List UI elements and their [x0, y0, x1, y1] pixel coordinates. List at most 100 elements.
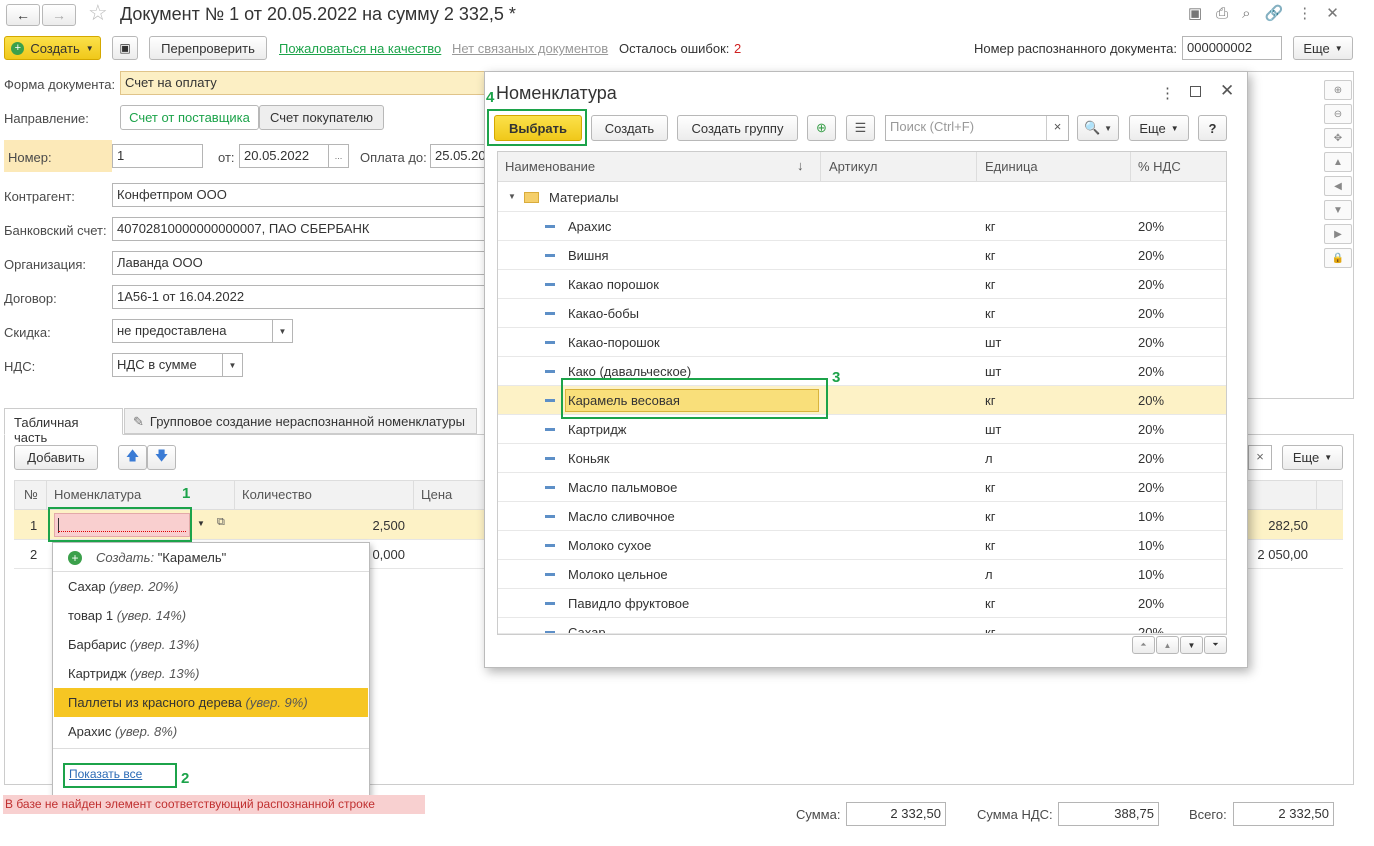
pay-until-label: Оплата до:: [360, 150, 427, 165]
total-field[interactable]: 2 332,50: [1233, 802, 1334, 826]
complain-link[interactable]: Пожаловаться на качество: [279, 41, 441, 56]
item-name: Сахар: [568, 625, 606, 634]
search-clear[interactable]: ×: [1248, 445, 1272, 470]
dialog-item-row[interactable]: Павидло фруктовое кг 20%: [498, 589, 1226, 618]
chevron-down-icon[interactable]: ▼: [197, 519, 205, 528]
discount-select[interactable]: не предоставлена ▼: [112, 319, 293, 343]
dialog-item-row[interactable]: Масло пальмовое кг 20%: [498, 473, 1226, 502]
zoom-out-icon[interactable]: ⊖: [1324, 104, 1352, 124]
zoom-in-icon[interactable]: ⊕: [1324, 80, 1352, 100]
suggestion-item[interactable]: Арахис (увер. 8%): [54, 717, 368, 746]
search-input[interactable]: Поиск (Ctrl+F) ×: [885, 115, 1069, 141]
create-suggestion[interactable]: + Создать: "Карамель": [54, 543, 368, 572]
maximize-icon[interactable]: [1190, 86, 1201, 97]
dialog-item-row[interactable]: Какао-порошок шт 20%: [498, 328, 1226, 357]
dialog-item-row[interactable]: Какао-бобы кг 20%: [498, 299, 1226, 328]
item-vat: 10%: [1138, 538, 1165, 553]
page-last-icon[interactable]: ⏷: [1204, 636, 1227, 654]
item-name: Масло пальмовое: [568, 480, 678, 495]
suggestion-item[interactable]: Барбарис (увер. 13%): [54, 630, 368, 659]
page-up-icon[interactable]: ▲: [1156, 636, 1179, 654]
tree-toggle-icon[interactable]: ▼: [508, 192, 516, 201]
list-icon[interactable]: ☰: [846, 115, 875, 141]
dialog-menu-icon[interactable]: ⋮: [1160, 84, 1175, 102]
item-unit: шт: [985, 364, 1002, 379]
more-button[interactable]: Еще ▼: [1293, 36, 1353, 60]
doc-form-field[interactable]: Счет на оплату: [120, 71, 486, 95]
add-copy-icon[interactable]: ⊕: [807, 115, 836, 141]
chevron-down-icon[interactable]: ▼: [272, 320, 292, 342]
row-qty: 2,500: [372, 518, 405, 533]
dialog-item-row[interactable]: Какао порошок кг 20%: [498, 270, 1226, 299]
dialog-item-row[interactable]: Картридж шт 20%: [498, 415, 1226, 444]
move-down-icon[interactable]: 🡇: [147, 445, 176, 470]
item-vat: 20%: [1138, 451, 1165, 466]
favorite-star-icon[interactable]: ☆: [88, 0, 108, 26]
close-icon[interactable]: ✕: [1220, 81, 1234, 101]
highlight-1: [48, 507, 192, 542]
dialog-more-button[interactable]: Еще ▼: [1129, 115, 1189, 141]
group-row[interactable]: ▼ Материалы: [498, 183, 1226, 212]
move-up-icon[interactable]: 🡅: [118, 445, 147, 470]
error-message: В базе не найден элемент соответствующий…: [3, 795, 425, 814]
search-button[interactable]: 🔍 ▼: [1077, 115, 1119, 141]
move-icon[interactable]: ✥: [1324, 128, 1352, 148]
pay-until-field[interactable]: 25.05.20: [430, 144, 486, 168]
table-more-button[interactable]: Еще ▼: [1282, 445, 1343, 470]
dialog-create-button[interactable]: Создать: [591, 115, 668, 141]
page-down-icon[interactable]: ▼: [1180, 636, 1203, 654]
arrow-right-icon[interactable]: ▶: [1324, 224, 1352, 244]
suggestion-item[interactable]: Картридж (увер. 13%): [54, 659, 368, 688]
lock-icon[interactable]: 🔒: [1324, 248, 1352, 268]
dir-buyer-button[interactable]: Счет покупателю: [259, 105, 384, 130]
open-icon[interactable]: ⧉: [217, 516, 225, 529]
item-vat: 20%: [1138, 248, 1165, 263]
arrow-down-icon[interactable]: ▼: [1324, 200, 1352, 220]
date-field[interactable]: 20.05.2022…: [239, 144, 349, 168]
sort-down-icon[interactable]: ↓: [797, 158, 804, 173]
annotation-3: 3: [832, 369, 841, 386]
dialog-item-row[interactable]: Вишня кг 20%: [498, 241, 1226, 270]
chevron-down-icon[interactable]: ▼: [222, 354, 242, 376]
item-unit: шт: [985, 335, 1002, 350]
dir-supplier-button[interactable]: Счет от поставщика: [120, 105, 259, 130]
item-vat: 20%: [1138, 596, 1165, 611]
contractor-label: Контрагент:: [4, 189, 75, 204]
forward-button[interactable]: →: [42, 4, 76, 26]
number-field[interactable]: 1: [112, 144, 203, 168]
org-field[interactable]: Лаванда ООО: [112, 251, 486, 275]
dialog-item-row[interactable]: Масло сливочное кг 10%: [498, 502, 1226, 531]
no-linked-docs-link[interactable]: Нет связаных документов: [452, 41, 608, 56]
dialog-item-row[interactable]: Арахис кг 20%: [498, 212, 1226, 241]
window-icons[interactable]: ▣⎙⌕🔗⋮✕: [1188, 4, 1353, 22]
page-first-icon[interactable]: ⏶: [1132, 636, 1155, 654]
calendar-icon[interactable]: …: [328, 145, 348, 167]
sum-field[interactable]: 2 332,50: [846, 802, 946, 826]
add-row-button[interactable]: Добавить: [14, 445, 98, 470]
suggestion-item[interactable]: товар 1 (увер. 14%): [54, 601, 368, 630]
dialog-item-row[interactable]: Коньяк л 20%: [498, 444, 1226, 473]
clear-icon[interactable]: ×: [1046, 116, 1068, 140]
number-label: Номер:: [8, 150, 52, 165]
doc-num-field[interactable]: 000000002: [1182, 36, 1282, 60]
suggestion-item-selected[interactable]: Паллеты из красного дерева (увер. 9%): [54, 688, 368, 717]
recheck-button[interactable]: Перепроверить: [149, 36, 267, 60]
contract-field[interactable]: 1А56-1 от 16.04.2022: [112, 285, 486, 309]
arrow-up-icon[interactable]: ▲: [1324, 152, 1352, 172]
dialog-item-row[interactable]: Сахар кг 20%: [498, 618, 1226, 634]
contractor-field[interactable]: Конфетпром ООО: [112, 183, 486, 207]
save-icon[interactable]: ▣: [112, 36, 138, 60]
dialog-item-row[interactable]: Молоко сухое кг 10%: [498, 531, 1226, 560]
vat-select[interactable]: НДС в сумме ▼: [112, 353, 243, 377]
create-button[interactable]: + Создать ▼: [4, 36, 101, 60]
suggestion-item[interactable]: Сахар (увер. 20%): [54, 572, 368, 601]
arrow-left-icon[interactable]: ◀: [1324, 176, 1352, 196]
create-group-button[interactable]: Создать группу: [677, 115, 798, 141]
tab-table-part[interactable]: Табличная часть: [4, 408, 123, 445]
back-button[interactable]: ←: [6, 4, 40, 26]
tab-group-create[interactable]: ✎ Групповое создание нераспознанной номен…: [124, 408, 477, 434]
vat-sum-field[interactable]: 388,75: [1058, 802, 1159, 826]
bank-field[interactable]: 40702810000000000007, ПАО СБЕРБАНК: [112, 217, 486, 241]
dialog-item-row[interactable]: Молоко цельное л 10%: [498, 560, 1226, 589]
help-button[interactable]: ?: [1198, 115, 1227, 141]
